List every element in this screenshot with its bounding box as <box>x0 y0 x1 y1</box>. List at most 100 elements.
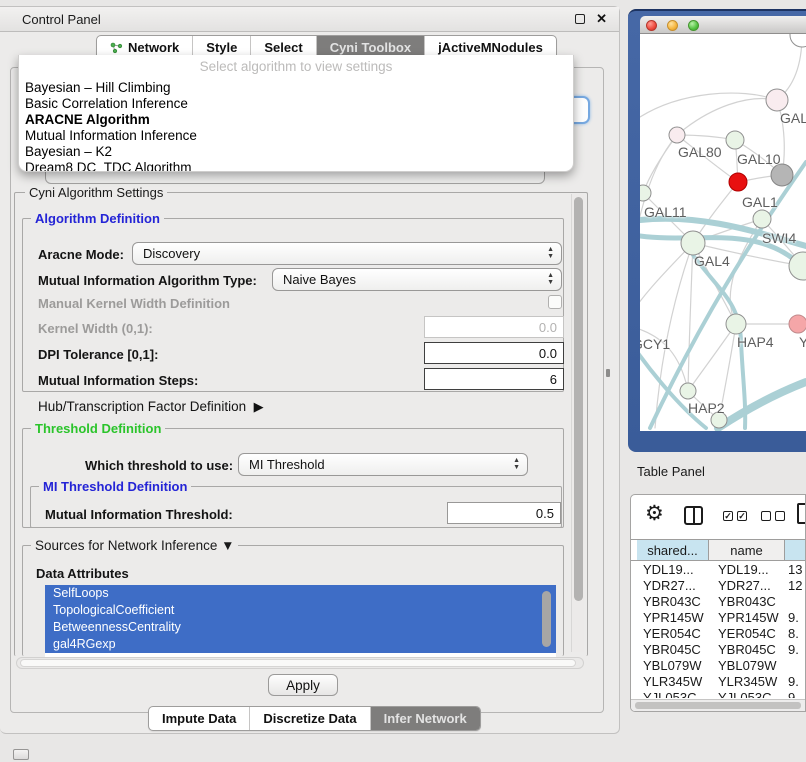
node-gray[interactable] <box>771 164 793 186</box>
mi-type-label: Mutual Information Algorithm Type: <box>38 273 257 288</box>
node-label: HAP4 <box>737 334 774 350</box>
kernel-width-field[interactable]: 0.0 <box>424 316 564 338</box>
checked-checkbox-icon[interactable]: ✓ <box>723 511 733 521</box>
group-title: MI Threshold Definition <box>39 479 191 494</box>
node-gal11[interactable] <box>640 185 651 201</box>
table-row[interactable]: YPR145WYPR145W9. <box>631 610 806 626</box>
table-row[interactable]: YLR345WYLR345W9. <box>631 674 806 690</box>
which-threshold-label: Which threshold to use: <box>85 458 233 473</box>
table-panel-title: Table Panel <box>637 464 705 479</box>
list-item[interactable]: gal4RGexp <box>45 636 556 653</box>
expand-arrow-icon: ▶ <box>254 399 264 415</box>
scrollbar-thumb[interactable] <box>635 702 801 709</box>
dropdown-item-selected[interactable]: ARACNE Algorithm <box>25 112 150 127</box>
close-icon[interactable]: ✕ <box>596 11 607 27</box>
algorithm-dropdown-popup: Select algorithm to view settings Bayesi… <box>18 55 574 172</box>
bottom-tabbar: Impute Data Discretize Data Infer Networ… <box>148 706 481 731</box>
group-title: Cyni Algorithm Settings <box>25 185 167 200</box>
unchecked-checkbox-icon[interactable] <box>775 511 785 521</box>
unchecked-checkbox-icon[interactable] <box>761 511 771 521</box>
dropdown-item[interactable]: Bayesian – Hill Climbing <box>25 80 171 95</box>
columns-icon[interactable] <box>684 506 703 525</box>
table-row[interactable]: YBR045CYBR045C9. <box>631 642 806 658</box>
network-view-window: GAL GAL80 GAL10 GAL1 GAL11 SWI4 GAL4 GCY… <box>628 9 806 452</box>
minimize-traffic-light-icon[interactable] <box>667 20 678 31</box>
collapse-arrow-icon[interactable]: ▼ <box>221 538 234 553</box>
kernel-width-label: Kernel Width (0,1): <box>38 321 153 336</box>
node-gal1[interactable] <box>753 210 771 228</box>
scrollbar-thumb[interactable] <box>574 197 583 601</box>
table-row[interactable]: YDR27...YDR27...12 <box>631 578 806 594</box>
checked-checkbox-icon[interactable]: ✓ <box>737 511 747 521</box>
list-item[interactable]: BetweennessCentrality <box>45 619 556 636</box>
dpi-tolerance-label: DPI Tolerance [0,1]: <box>38 347 158 362</box>
aracne-mode-label: Aracne Mode: <box>38 247 124 262</box>
node-label: GAL4 <box>694 253 730 269</box>
node-hap2[interactable] <box>680 383 696 399</box>
node-selected-red[interactable] <box>729 173 747 191</box>
zoom-traffic-light-icon[interactable] <box>688 20 699 31</box>
list-item[interactable]: TopologicalCoefficient <box>45 602 556 619</box>
close-traffic-light-icon[interactable] <box>646 20 657 31</box>
tab-discretize-data[interactable]: Discretize Data <box>250 707 370 730</box>
dropdown-item[interactable]: Basic Correlation Inference <box>25 96 188 111</box>
mi-type-combobox[interactable]: Naive Bayes ▲▼ <box>272 268 562 291</box>
tab-impute-data[interactable]: Impute Data <box>149 707 250 730</box>
screen: Control Panel ✕ Network Style Select Cyn… <box>0 0 806 762</box>
spinner-arrows-icon: ▲▼ <box>547 272 554 286</box>
node-hap4[interactable] <box>726 314 746 334</box>
node-gal80[interactable] <box>669 127 685 143</box>
which-threshold-combobox[interactable]: MI Threshold ▲▼ <box>238 453 528 476</box>
dropdown-item[interactable]: Dream8 DC_TDC Algorithm <box>25 160 192 172</box>
table-row[interactable]: YER054CYER054C8. <box>631 626 806 642</box>
hub-definition-expander[interactable]: Hub/Transcription Factor Definition ▶ <box>38 399 264 415</box>
column-header-shared[interactable]: shared... <box>637 540 709 560</box>
gear-icon[interactable]: ⚙ <box>645 501 664 526</box>
mi-threshold-field[interactable]: 0.5 <box>447 502 561 524</box>
settings-vertical-scrollbar[interactable] <box>571 194 584 652</box>
apply-button[interactable]: Apply <box>268 674 338 696</box>
list-scrollbar-thumb[interactable] <box>542 591 551 647</box>
list-item[interactable]: SelfLoops <box>45 585 556 602</box>
node-label: GCY1 <box>640 336 670 352</box>
mi-steps-label: Mutual Information Steps: <box>38 373 198 388</box>
network-canvas[interactable]: GAL GAL80 GAL10 GAL1 GAL11 SWI4 GAL4 GCY… <box>640 34 806 431</box>
tab-infer-network[interactable]: Infer Network <box>371 707 480 730</box>
node-label: GAL <box>780 110 806 126</box>
data-attributes-list[interactable]: SelfLoops TopologicalCoefficient Between… <box>45 585 556 657</box>
node-label: SWI4 <box>762 230 796 246</box>
mi-steps-field[interactable]: 6 <box>424 368 564 390</box>
dropdown-placeholder: Select algorithm to view settings <box>19 59 573 74</box>
node-label: GAL11 <box>644 204 687 220</box>
minimized-panel-icon[interactable] <box>13 749 29 760</box>
table-row[interactable]: YBR043CYBR043C <box>631 594 806 610</box>
table-row[interactable]: YBL079WYBL079W <box>631 658 806 674</box>
spinner-arrows-icon: ▲▼ <box>547 246 554 260</box>
table-row[interactable]: YDL19...YDL19...13 <box>631 562 806 578</box>
aracne-mode-combobox[interactable]: Discovery ▲▼ <box>132 242 562 265</box>
panel-splitter-handle[interactable] <box>606 369 610 377</box>
dropdown-item[interactable]: Bayesian – K2 <box>25 144 112 159</box>
dpi-tolerance-field[interactable]: 0.0 <box>424 342 564 364</box>
node-label: GAL10 <box>737 151 781 167</box>
column-header-name[interactable]: name <box>709 540 785 560</box>
table-header-row: shared... name <box>631 539 806 561</box>
table-horizontal-scrollbar[interactable] <box>631 699 806 711</box>
settings-horizontal-scrollbar[interactable] <box>16 657 584 669</box>
group-title: Threshold Definition <box>31 421 165 436</box>
table-body[interactable]: YDL19...YDL19...13 YDR27...YDR27...12 YB… <box>631 562 806 698</box>
node-gal10[interactable] <box>726 131 744 149</box>
node-salmon[interactable] <box>789 315 806 333</box>
manual-kernel-checkbox[interactable] <box>548 295 562 309</box>
float-window-icon[interactable] <box>575 14 585 24</box>
node-gal4[interactable] <box>681 231 705 255</box>
node[interactable] <box>766 89 788 111</box>
node[interactable] <box>790 34 806 47</box>
column-header-cut[interactable] <box>785 540 806 560</box>
scrollbar-thumb[interactable] <box>20 659 576 667</box>
network-window-titlebar[interactable] <box>640 16 806 34</box>
dropdown-item[interactable]: Mutual Information Inference <box>25 128 197 143</box>
table-row[interactable]: YJL053CYJL053C9. <box>631 690 806 698</box>
table-panel: ⚙ ✓ ✓ shared... name YDL19...YDL19...13 … <box>630 494 806 712</box>
file-icon[interactable] <box>797 503 806 524</box>
